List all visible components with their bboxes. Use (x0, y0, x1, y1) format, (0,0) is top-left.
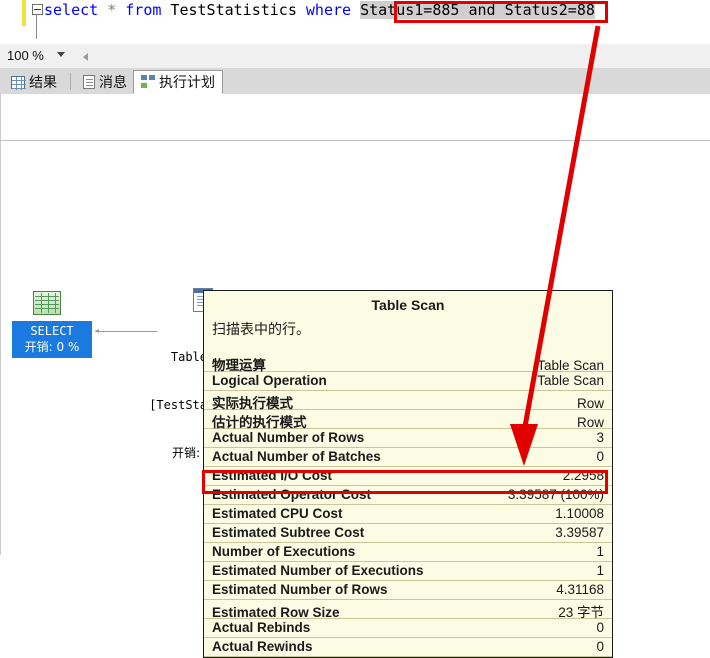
tooltip-row-key: Actual Rebinds (212, 620, 311, 635)
tooltip-row: Estimated Operator Cost 3.39587 (100%) (204, 486, 612, 505)
tooltip-row-key: 实际执行模式 (212, 396, 293, 412)
tab-execution-plan-label: 执行计划 (159, 74, 215, 90)
execution-plan-pane[interactable]: 查询 1: (与该批有关的) 查询开销: 100% SELECT * FROM … (0, 94, 710, 658)
tooltip-row: 物理运算 Table Scan (204, 353, 612, 374)
tooltip-row: Estimated Subtree Cost 3.39587 (204, 524, 612, 543)
tooltip-row-key: Estimated I/O Cost (212, 468, 333, 483)
tooltip-row-value: Table Scan (537, 373, 604, 388)
tooltip-row-key: 物理运算 (212, 358, 266, 374)
scroll-left-icon[interactable] (83, 53, 88, 61)
tooltip-row: Actual Rewinds 0 (204, 638, 612, 657)
editor-gutter (0, 0, 22, 44)
sql-keyword-from: from (125, 1, 162, 19)
tooltip-row: Actual Rebinds 0 (204, 619, 612, 638)
tooltip-row-value: 0 (596, 449, 604, 464)
tooltip-row: Estimated Number of Rows 4.31168 (204, 581, 612, 600)
tooltip-row-key: Actual Rewinds (212, 639, 313, 654)
tooltip-row-key: Estimated CPU Cost (212, 506, 343, 521)
tooltip-row-key: Estimated Subtree Cost (212, 525, 365, 540)
tooltip-row: Estimated Row Size 23 字节 (204, 600, 612, 620)
tooltip-row-value: 3.39587 (100%) (507, 487, 604, 502)
tooltip-row-key: Estimated Number of Rows (212, 582, 388, 597)
tooltip-row: 估计的执行模式 Row (204, 410, 612, 431)
tooltip-row-value: 3 (596, 430, 604, 445)
tooltip-row: Actual Number of Batches 0 (204, 448, 612, 467)
tooltip-row: Estimated CPU Cost 1.10008 (204, 505, 612, 524)
select-operator-icon[interactable] (33, 291, 61, 315)
tooltip-row-value: 0 (596, 620, 604, 635)
tooltip-row-value: 4.31168 (556, 582, 604, 597)
grid-icon (11, 75, 26, 90)
fold-region-line (36, 15, 37, 39)
tooltip-row-key: Estimated Operator Cost (212, 487, 372, 502)
message-icon (83, 75, 95, 89)
tooltip-row-value: 1 (596, 563, 604, 578)
tab-separator (70, 73, 71, 90)
tab-results-label: 结果 (29, 74, 57, 90)
tooltip-row-key: Number of Executions (212, 544, 356, 559)
sql-table-name: TestStatistics (161, 1, 306, 19)
tooltip-row: Actual Number of Rows 3 (204, 429, 612, 448)
sql-keyword-select: select (44, 1, 99, 19)
execution-plan-icon (141, 75, 155, 89)
tab-messages-label: 消息 (99, 74, 127, 90)
tooltip-row-value: Row (576, 396, 604, 411)
tooltip-row-value: 1 (596, 544, 604, 559)
sql-statement-line[interactable]: select * from TestStatistics where Statu… (44, 0, 595, 20)
tooltip-row-key: Actual Number of Batches (212, 449, 381, 464)
sql-space (351, 1, 360, 19)
tooltip-row-key: 估计的执行模式 (212, 415, 307, 431)
tab-execution-plan[interactable]: 执行计划 (133, 70, 223, 94)
operator-tooltip: Table Scan 扫描表中的行。 物理运算 Table Scan Logical… (203, 290, 613, 658)
sql-editor-pane[interactable]: select * from TestStatistics where Statu… (0, 0, 710, 45)
tab-results[interactable]: 结果 (4, 70, 64, 94)
sql-selected-predicate[interactable]: Status1=885 and Status2=88 (360, 1, 595, 19)
collapse-region-icon[interactable] (32, 4, 43, 15)
tab-messages[interactable]: 消息 (76, 70, 134, 94)
tooltip-row-value: 3.39587 (555, 525, 604, 540)
editor-zoom-strip: 100 % (0, 44, 710, 69)
tooltip-row: Estimated I/O Cost 2.2958 (204, 467, 612, 486)
tooltip-row: Logical Operation Table Scan (204, 372, 612, 391)
select-operator-title: SELECT (30, 324, 74, 338)
tooltip-title: Table Scan (371, 297, 445, 313)
tooltip-row: Estimated Number of Executions 1 (204, 562, 612, 581)
tooltip-property-list: 物理运算 Table Scan Logical Operation Table Sca… (204, 353, 612, 657)
results-tab-bar[interactable]: 结果 消息 执行计划 (0, 68, 710, 95)
tooltip-description: 扫描表中的行。 (212, 321, 310, 337)
tooltip-row-value: 1.10008 (555, 506, 604, 521)
tooltip-row-key: Estimated Number of Executions (212, 563, 424, 578)
tooltip-row-value: 2.2958 (562, 468, 604, 483)
sql-star: * (98, 1, 126, 19)
tooltip-row-value: 23 字节 (558, 605, 604, 620)
plan-graph-canvas[interactable]: SELECT 开销: 0 % Table Scan [TestStatistic… (2, 141, 710, 658)
tooltip-row-key: Logical Operation (212, 373, 327, 388)
editor-change-bar (22, 0, 26, 26)
sql-keyword-where: where (305, 1, 352, 19)
select-operator-node[interactable]: SELECT 开销: 0 % (12, 321, 92, 358)
select-operator-cost: 开销: 0 % (24, 340, 80, 354)
tooltip-row-value: Table Scan (537, 358, 604, 373)
tooltip-row: 实际执行模式 Row (204, 391, 612, 412)
chevron-down-icon[interactable] (57, 52, 65, 57)
tooltip-row-key: Actual Number of Rows (212, 430, 365, 445)
tooltip-row-value: 0 (596, 639, 604, 654)
tooltip-row-key: Estimated Row Size (212, 605, 340, 620)
tooltip-row-value: Row (576, 415, 604, 430)
tooltip-row: Number of Executions 1 (204, 543, 612, 562)
